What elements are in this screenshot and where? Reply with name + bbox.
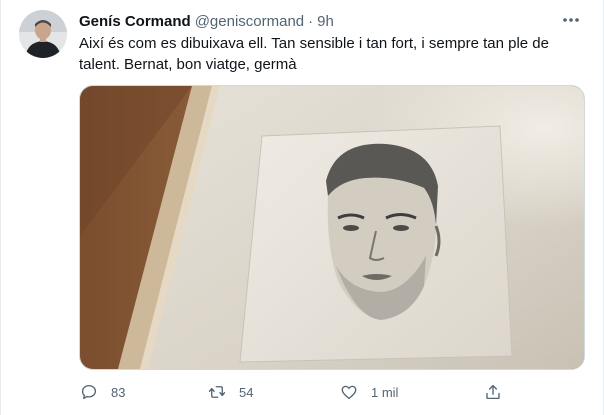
more-horizontal-icon [563, 18, 579, 22]
like-count: 1 mil [371, 384, 399, 400]
share-button[interactable] [483, 380, 503, 404]
display-name[interactable]: Genís Cormand [79, 13, 191, 30]
header-separator: · [308, 12, 314, 30]
tweet-actions: 83 54 1 mil [71, 380, 521, 404]
more-options-button[interactable] [559, 10, 583, 30]
retweet-icon [207, 382, 227, 402]
reply-count: 83 [111, 384, 126, 400]
reply-button[interactable]: 83 [79, 380, 125, 404]
like-button[interactable]: 1 mil [339, 380, 398, 404]
tweet-text: Així és com es dibuixava ell. Tan sensib… [79, 35, 549, 73]
retweet-count: 54 [239, 384, 254, 400]
tweet-media[interactable] [79, 85, 585, 370]
framed-pencil-portrait-photo [80, 86, 584, 369]
user-handle[interactable]: @geniscormand [195, 13, 304, 30]
retweet-button[interactable]: 54 [207, 380, 253, 404]
avatar[interactable] [19, 10, 67, 58]
share-icon [483, 382, 503, 402]
avatar-image [19, 10, 67, 58]
tweet-card[interactable]: Genís Cormand @geniscormand · 9h Així és… [0, 0, 604, 415]
tweet-header: Genís Cormand @geniscormand · 9h [79, 11, 334, 31]
tweet-timestamp[interactable]: 9h [317, 13, 334, 30]
reply-icon [79, 382, 99, 402]
heart-icon [339, 382, 359, 402]
